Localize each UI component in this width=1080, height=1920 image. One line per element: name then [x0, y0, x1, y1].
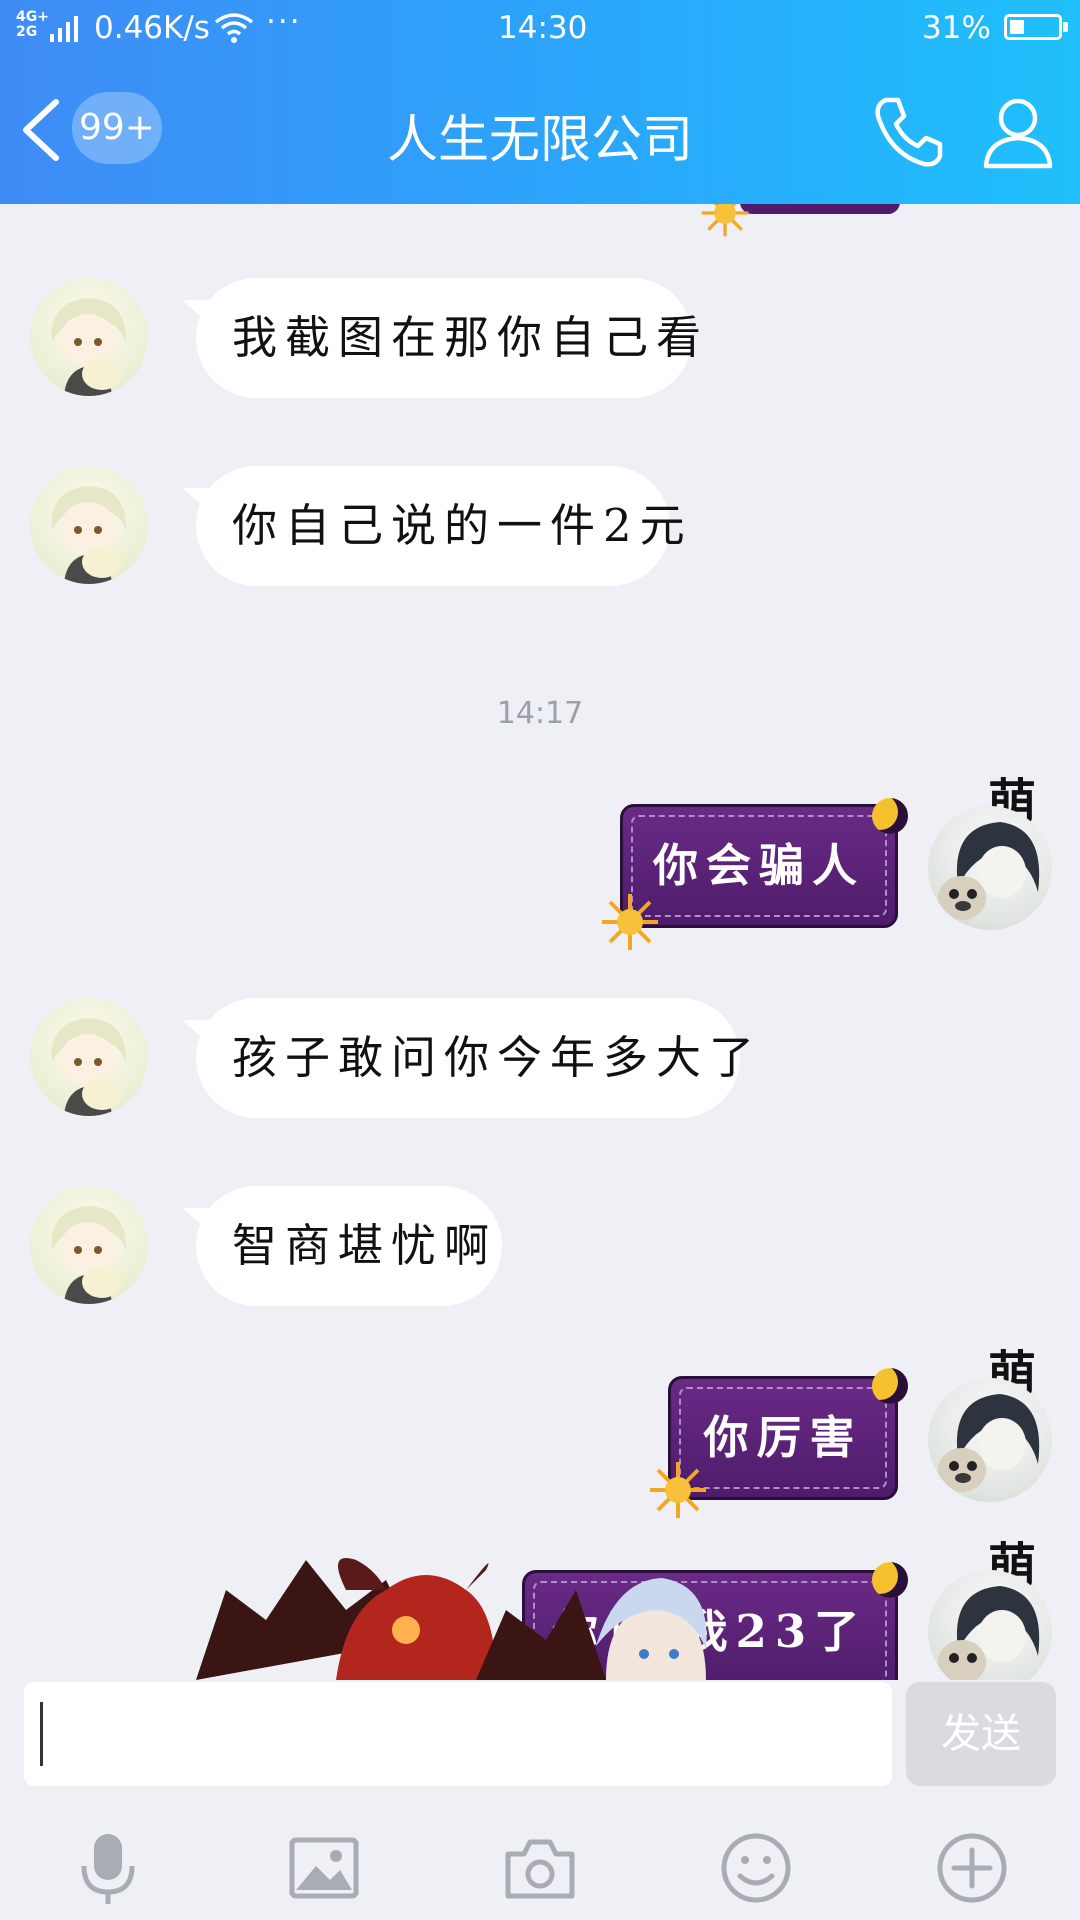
chat-message-list[interactable]: 我截图在那你自己看 你自己说的一件2元 14:17 萌 你会骗人 孩子敢问你今年… [0, 204, 1080, 1680]
camera-icon[interactable] [502, 1830, 578, 1906]
text-caret [40, 1702, 43, 1766]
partial-message-edge [740, 204, 900, 214]
unread-count-badge[interactable]: 99+ [72, 92, 162, 164]
sun-icon [701, 204, 749, 237]
avatar[interactable] [30, 278, 148, 396]
back-chevron-icon[interactable] [16, 92, 66, 168]
network-speed: 0.46K/s [94, 10, 210, 46]
message-timestamp: 14:17 [496, 696, 584, 731]
moon-icon [872, 1368, 908, 1404]
send-button[interactable]: 发送 [906, 1682, 1056, 1786]
composer: 发送 [0, 1680, 1080, 1920]
sun-icon [602, 894, 658, 950]
incoming-message-bubble[interactable]: 孩子敢问你今年多大了 [196, 998, 754, 1118]
plus-icon[interactable] [934, 1830, 1010, 1906]
status-time: 14:30 [498, 10, 588, 46]
emoji-icon[interactable] [718, 1830, 794, 1906]
status-bar: 4G+ 2G 0.46K/s ··· 14:30 31% [0, 0, 1080, 56]
moon-icon [872, 798, 908, 834]
my-avatar[interactable] [928, 1378, 1052, 1502]
battery-icon [1004, 14, 1068, 40]
image-icon[interactable] [286, 1830, 362, 1906]
wifi-icon [214, 13, 254, 43]
profile-icon[interactable] [978, 92, 1058, 172]
signal-icon: 4G+ 2G [16, 10, 82, 44]
microphone-icon[interactable] [70, 1830, 146, 1906]
more-notifications-icon: ··· [266, 4, 302, 40]
page-title: 人生无限公司 [386, 111, 693, 170]
moon-icon [872, 1562, 908, 1598]
animated-sticker [196, 1558, 707, 1680]
incoming-message-bubble[interactable]: 智商堪忧啊 [196, 1186, 502, 1306]
avatar[interactable] [30, 998, 148, 1116]
incoming-message-bubble[interactable]: 我截图在那你自己看 [196, 278, 701, 398]
message-input[interactable] [24, 1682, 892, 1786]
chat-header: 4G+ 2G 0.46K/s ··· 14:30 31% 99+ 人生无限公司 [0, 0, 1080, 204]
avatar[interactable] [30, 466, 148, 584]
incoming-message-bubble[interactable]: 你自己说的一件2元 [196, 466, 685, 586]
avatar[interactable] [30, 1186, 148, 1304]
sun-icon [650, 1462, 706, 1518]
network-type-label: 4G+ 2G [16, 9, 49, 40]
my-avatar[interactable] [928, 806, 1052, 930]
battery-percent: 31% [922, 10, 991, 46]
outgoing-message-bubble[interactable]: 你会骗人 [620, 804, 898, 928]
phone-icon[interactable] [868, 92, 948, 172]
